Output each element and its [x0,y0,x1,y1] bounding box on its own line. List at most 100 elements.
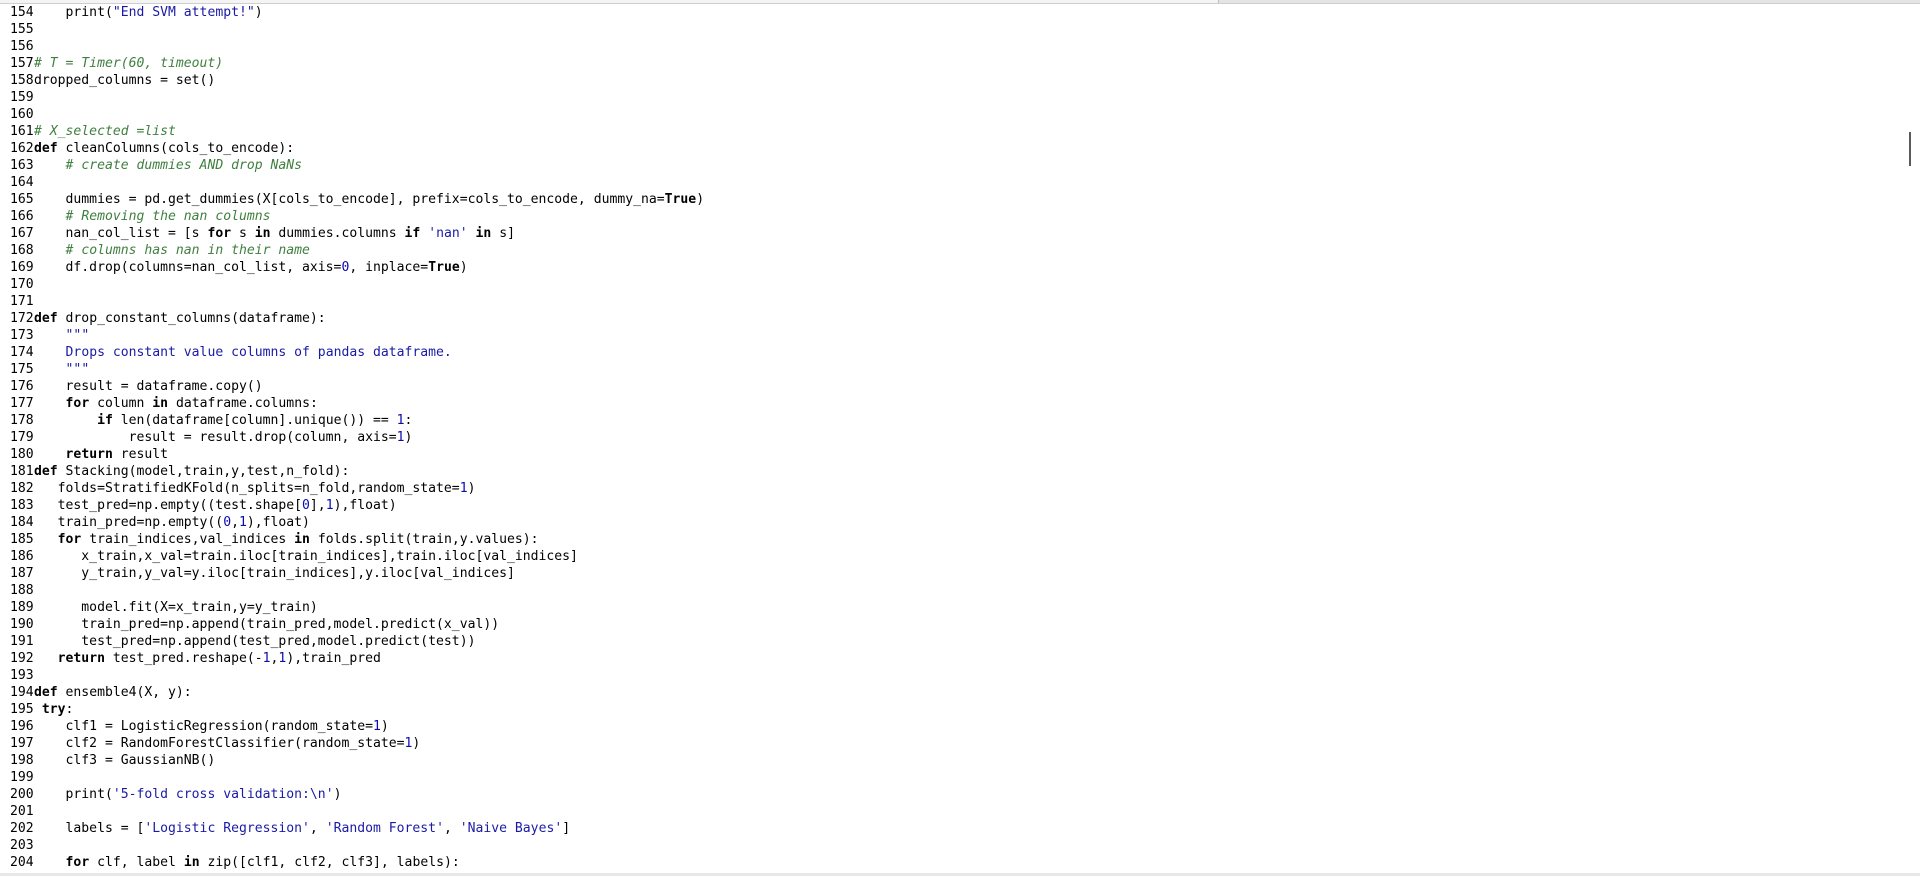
code-text: df.drop(columns=nan_col_list, axis=0, in… [34,260,468,275]
code-line[interactable]: 198 clf3 = GaussianNB() [0,752,1900,769]
code-token: "End SVM attempt!" [112,5,255,20]
code-line[interactable]: 177 for column in dataframe.columns: [0,395,1900,412]
code-line[interactable]: 158dropped_columns = set() [0,72,1900,89]
code-token: ) [404,430,413,445]
code-text: def cleanColumns(cols_to_encode): [34,141,294,156]
code-token: clf1 = LogisticRegression(random_state= [34,719,373,734]
code-line[interactable]: 196 clf1 = LogisticRegression(random_sta… [0,718,1900,735]
code-line[interactable]: 193 [0,667,1900,684]
vertical-scrollbar[interactable] [1900,4,1920,876]
code-line[interactable]: 183 test_pred=np.empty((test.shape[0],1)… [0,497,1900,514]
code-line[interactable]: 201 [0,803,1900,820]
code-line[interactable]: 186 x_train,x_val=train.iloc[train_indic… [0,548,1900,565]
line-number: 180 [10,447,34,462]
code-line[interactable]: 194def ensemble4(X, y): [0,684,1900,701]
code-token: df.drop(columns=nan_col_list, axis= [34,260,342,275]
line-number: 184 [10,515,34,530]
code-token: ) [459,260,468,275]
code-token: ensemble4(X, y): [57,685,192,700]
code-token: x_train,x_val=train.iloc[train_indices],… [34,549,578,564]
code-line[interactable]: 173 """ [0,327,1900,344]
code-token: 'nan' [428,226,468,241]
code-line[interactable]: 160 [0,106,1900,123]
code-token: # T = Timer(60, timeout) [34,56,224,71]
code-line[interactable]: 181def Stacking(model,train,y,test,n_fol… [0,463,1900,480]
code-line[interactable]: 168 # columns has nan in their name [0,242,1900,259]
code-line[interactable]: 156 [0,38,1900,55]
code-line[interactable]: 178 if len(dataframe[column].unique()) =… [0,412,1900,429]
code-editor[interactable]: 154 print("End SVM attempt!") 155 156 157# … [0,4,1900,876]
line-number: 157 [10,56,34,71]
code-line[interactable]: 179 result = result.drop(column, axis=1) [0,429,1900,446]
code-text: result = result.drop(column, axis=1) [34,430,413,445]
code-token: def [34,141,58,156]
code-line[interactable]: 184 train_pred=np.empty((0,1),float) [0,514,1900,531]
code-line[interactable]: 167 nan_col_list = [s for s in dummies.c… [0,225,1900,242]
code-line[interactable]: 199 [0,769,1900,786]
code-line[interactable]: 203 [0,837,1900,854]
code-line[interactable]: 159 [0,89,1900,106]
code-line[interactable]: 164 [0,174,1900,191]
code-line[interactable]: 189 model.fit(X=x_train,y=y_train) [0,599,1900,616]
code-text: for clf, label in zip([clf1, clf2, clf3]… [34,855,460,870]
editor-tab-strip[interactable] [0,0,1219,3]
scrollbar-thumb[interactable] [1909,132,1911,166]
code-line[interactable]: 172def drop_constant_columns(dataframe): [0,310,1900,327]
code-line[interactable]: 185 for train_indices,val_indices in fol… [0,531,1900,548]
code-line[interactable]: 169 df.drop(columns=nan_col_list, axis=0… [0,259,1900,276]
code-line[interactable]: 191 test_pred=np.append(test_pred,model.… [0,633,1900,650]
code-text: clf2 = RandomForestClassifier(random_sta… [34,736,421,751]
code-token: result = result.drop(column, axis= [34,430,397,445]
code-line[interactable]: 155 [0,21,1900,38]
code-line[interactable]: 187 y_train,y_val=y.iloc[train_indices],… [0,565,1900,582]
code-line[interactable]: 180 return result [0,446,1900,463]
code-line[interactable]: 170 [0,276,1900,293]
code-token: 1 [262,651,271,666]
line-number: 194 [10,685,34,700]
code-line[interactable]: 204 for clf, label in zip([clf1, clf2, c… [0,854,1900,871]
line-number: 154 [10,5,34,20]
code-text: test_pred=np.append(test_pred,model.pred… [34,634,475,649]
code-line[interactable]: 163 # create dummies AND drop NaNs [0,157,1900,174]
code-line[interactable]: 197 clf2 = RandomForestClassifier(random… [0,735,1900,752]
code-line[interactable]: 188 [0,582,1900,599]
code-token: 1 [396,430,405,445]
code-line[interactable]: 166 # Removing the nan columns [0,208,1900,225]
code-line[interactable]: 182 folds=StratifiedKFold(n_splits=n_fol… [0,480,1900,497]
code-line[interactable]: 202 labels = ['Logistic Regression', 'Ra… [0,820,1900,837]
code-line[interactable]: 165 dummies = pd.get_dummies(X[cols_to_e… [0,191,1900,208]
code-line[interactable]: 154 print("End SVM attempt!") [0,4,1900,21]
code-line[interactable]: 192 return test_pred.reshape(-1,1),train… [0,650,1900,667]
code-line[interactable]: 162def cleanColumns(cols_to_encode): [0,140,1900,157]
line-number: 190 [10,617,34,632]
code-line[interactable]: 200 print('5-fold cross validation:\n') [0,786,1900,803]
code-line[interactable]: 175 """ [0,361,1900,378]
code-token: y_train,y_val=y.iloc[train_indices],y.il… [34,566,515,581]
line-number: 198 [10,753,34,768]
code-line[interactable]: 190 train_pred=np.append(train_pred,mode… [0,616,1900,633]
line-number: 161 [10,124,34,139]
code-text: dummies = pd.get_dummies(X[cols_to_encod… [34,192,705,207]
line-number: 179 [10,430,34,445]
code-line[interactable]: 171 [0,293,1900,310]
code-token: 1 [372,719,381,734]
line-number: 166 [10,209,34,224]
line-number: 182 [10,481,34,496]
code-token: nan_col_list = [s [34,226,208,241]
code-text: def ensemble4(X, y): [34,685,192,700]
code-token: zip([clf1, clf2, clf3], labels): [199,855,460,870]
code-token: result [112,447,169,462]
code-token: if [404,226,421,241]
line-number: 196 [10,719,34,734]
code-line[interactable]: 174 Drops constant value columns of pand… [0,344,1900,361]
code-token: test_pred.reshape(- [104,651,263,666]
code-line[interactable]: 176 result = dataframe.copy() [0,378,1900,395]
line-number: 169 [10,260,34,275]
line-number: 188 [10,583,34,598]
code-line[interactable]: 195 try: [0,701,1900,718]
code-line[interactable]: 161# X_selected =list [0,123,1900,140]
code-token: dataframe.columns: [168,396,318,411]
code-line[interactable]: 157# T = Timer(60, timeout) [0,55,1900,72]
